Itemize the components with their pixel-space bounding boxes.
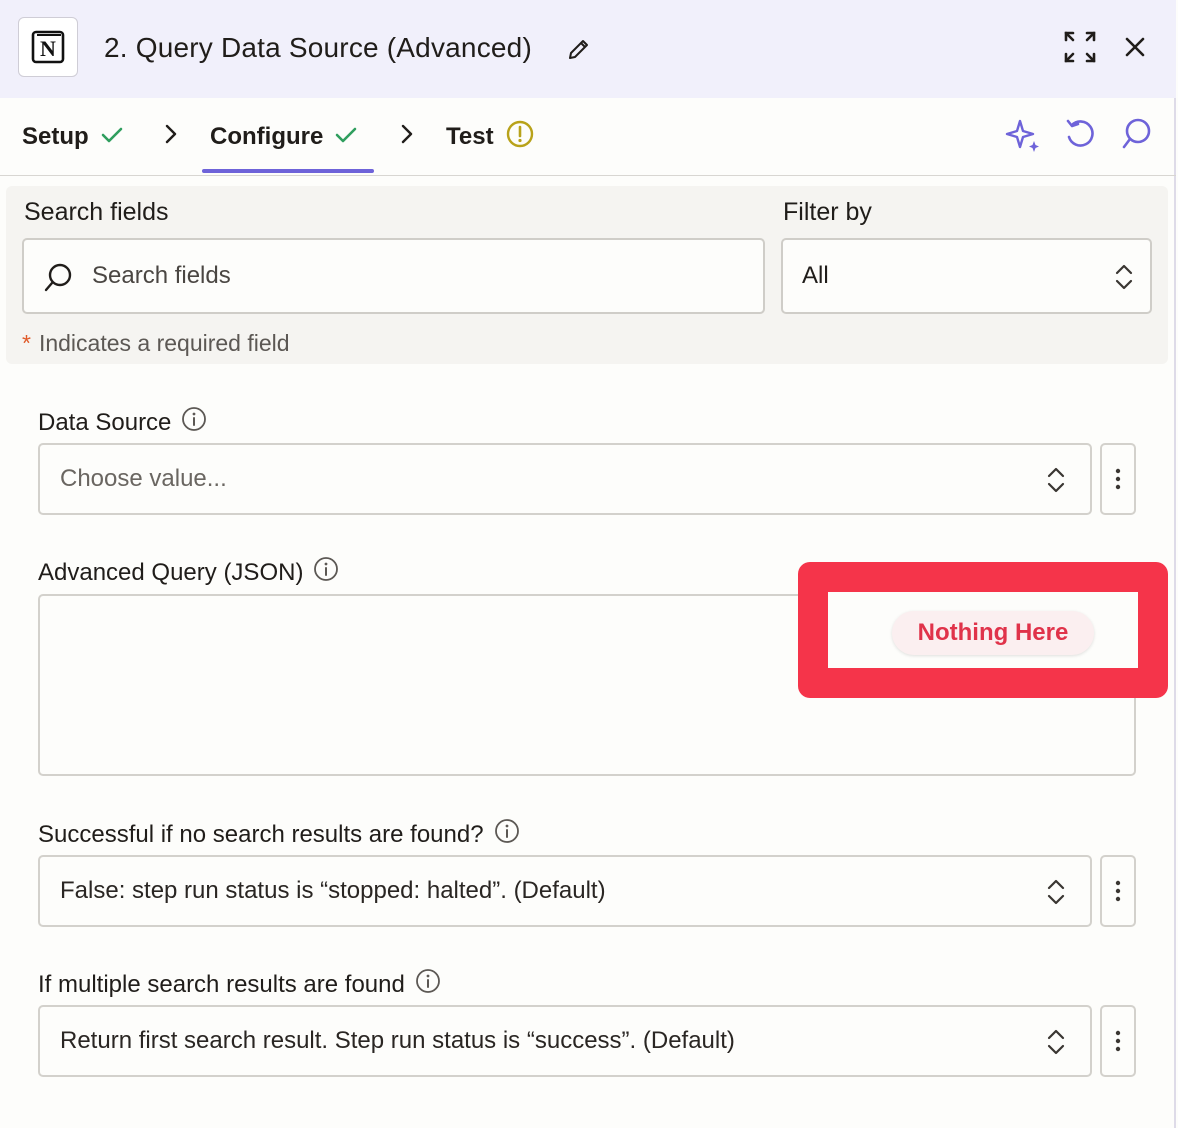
updown-chevron-icon [1046,465,1066,500]
required-field-note: * Indicates a required field [22,330,290,357]
active-tab-indicator [202,169,374,173]
data-source-label-text: Data Source [38,408,172,436]
chevron-right-icon [399,122,415,151]
multiple-results-more-button[interactable] [1100,1005,1136,1077]
updown-chevron-icon [1114,262,1134,297]
svg-text:N: N [40,36,56,61]
no-results-more-button[interactable] [1100,855,1136,927]
data-source-label: Data Source [38,406,207,439]
info-icon[interactable] [313,556,339,589]
pencil-icon[interactable] [566,36,592,67]
info-icon[interactable] [181,406,207,439]
check-icon [101,123,123,151]
panel-header: N 2. Query Data Source (Advanced) [0,0,1176,98]
multiple-results-value: Return first search result. Step run sta… [60,1027,735,1054]
no-results-value: False: step run status is “stopped: halt… [60,877,606,904]
search-placeholder: Search fields [92,262,231,289]
data-source-placeholder: Choose value... [60,465,227,492]
advanced-query-label: Advanced Query (JSON) [38,556,339,589]
nothing-here-badge: Nothing Here [892,611,1094,655]
check-icon [335,123,357,151]
advanced-query-label-text: Advanced Query (JSON) [38,558,304,586]
info-icon[interactable] [415,968,441,1001]
more-vertical-icon [1115,1030,1121,1052]
tab-setup-label: Setup [22,123,89,150]
tab-test[interactable]: Test [446,120,534,154]
ai-sparkle-icon[interactable] [1005,117,1041,158]
filter-select[interactable] [781,238,1152,314]
search-fields-label: Search fields [24,198,169,226]
filter-by-label: Filter by [783,198,872,226]
expand-icon[interactable] [1063,30,1097,69]
step-editor-panel: N 2. Query Data Source (Advanced) Setup … [0,0,1176,1128]
step-title: 2. Query Data Source (Advanced) [104,32,532,63]
tab-configure-label: Configure [210,123,324,150]
updown-chevron-icon [1046,877,1066,912]
tab-setup[interactable]: Setup [22,120,123,154]
required-star: * [22,330,31,356]
more-vertical-icon [1115,880,1121,902]
required-note-text: Indicates a required field [38,330,290,356]
updown-chevron-icon [1046,1027,1066,1062]
no-results-select[interactable]: False: step run status is “stopped: halt… [38,855,1092,927]
warning-icon [506,120,534,155]
notion-app-icon: N [18,17,78,77]
multiple-results-label-text: If multiple search results are found [38,970,405,998]
chevron-right-icon [163,122,179,151]
data-source-more-button[interactable] [1100,443,1136,515]
close-icon[interactable] [1124,36,1146,63]
multiple-results-select[interactable]: Return first search result. Step run sta… [38,1005,1092,1077]
step-tabs: Setup Configure Test [0,98,1176,176]
tab-configure[interactable]: Configure [210,120,357,154]
multiple-results-label: If multiple search results are found [38,968,441,1001]
info-icon[interactable] [494,818,520,851]
data-source-select[interactable]: Choose value... [38,443,1092,515]
tab-test-label: Test [446,123,494,150]
no-results-label: Successful if no search results are foun… [38,818,520,851]
no-results-label-text: Successful if no search results are foun… [38,820,484,848]
more-vertical-icon [1115,468,1121,490]
search-icon [43,262,73,297]
comment-icon[interactable] [1120,117,1152,156]
filter-value: All [802,262,829,289]
undo-icon[interactable] [1064,117,1096,156]
